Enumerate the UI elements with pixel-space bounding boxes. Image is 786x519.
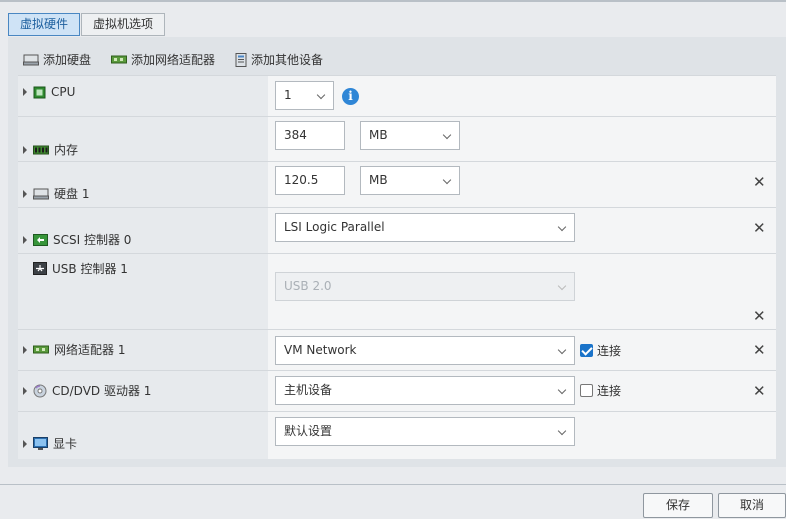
chevron-down-icon (557, 345, 567, 355)
toolbar: 添加硬盘 添加网络适配器 添加其他设备 (23, 51, 343, 68)
save-button[interactable]: 保存 (643, 493, 713, 518)
scsi-type-select[interactable]: LSI Logic Parallel (275, 213, 575, 242)
hard-disk-icon (23, 54, 39, 65)
row-cpu: CPU 1 i (18, 76, 776, 117)
cd-dvd-expander[interactable]: CD/DVD 驱动器 1 (23, 382, 151, 399)
remove-disk-icon[interactable]: ✕ (753, 175, 766, 190)
tab-vm-options[interactable]: 虚拟机选项 (81, 13, 166, 36)
add-disk-button[interactable]: 添加硬盘 (23, 51, 91, 68)
network-adapter-expander[interactable]: 网络适配器 1 (23, 341, 125, 358)
expand-arrow-icon[interactable] (23, 88, 27, 96)
dialog-footer: 保存 取消 (0, 484, 786, 519)
cd-dvd-icon (33, 384, 47, 397)
expand-arrow-icon[interactable] (23, 386, 27, 395)
nic-connect-label: 连接 (597, 344, 622, 358)
remove-usb-icon[interactable]: ✕ (753, 309, 766, 324)
memory-unit-value: MB (369, 128, 388, 142)
row-hard-disk: 硬盘 1 120.5 MB ✕ (18, 162, 776, 208)
usb-type-value: USB 2.0 (284, 279, 332, 293)
add-other-device-button[interactable]: 添加其他设备 (235, 51, 323, 68)
remove-nic-icon[interactable]: ✕ (753, 343, 766, 358)
network-select[interactable]: VM Network (275, 336, 575, 365)
chevron-down-icon (557, 426, 567, 436)
checkbox-unchecked-icon[interactable] (580, 384, 593, 397)
usb-type-select[interactable]: USB 2.0 (275, 272, 575, 301)
nic-connect-checkbox[interactable]: 连接 (580, 342, 621, 359)
network-adapter-label: 网络适配器 1 (54, 343, 126, 357)
add-disk-label: 添加硬盘 (43, 53, 92, 67)
cd-dvd-select[interactable]: 主机设备 (275, 376, 575, 405)
cpu-chip-icon (33, 86, 46, 98)
expand-arrow-icon[interactable] (23, 235, 27, 244)
memory-expander[interactable]: 内存 (23, 141, 78, 158)
info-icon[interactable]: i (342, 88, 359, 105)
row-scsi-controller: SCSI 控制器 0 LSI Logic Parallel ✕ (18, 208, 776, 254)
video-card-expander[interactable]: 显卡 (23, 435, 77, 452)
scsi-controller-icon (33, 233, 48, 246)
disk-size-input[interactable]: 120.5 (275, 166, 345, 195)
scsi-expander[interactable]: SCSI 控制器 0 (23, 231, 131, 248)
chevron-down-icon (442, 130, 452, 140)
scsi-type-value: LSI Logic Parallel (284, 220, 385, 234)
top-border (0, 0, 786, 2)
chevron-down-icon (316, 90, 326, 100)
disk-unit-select[interactable]: MB (360, 166, 460, 195)
chevron-down-icon (557, 222, 567, 232)
video-card-select[interactable]: 默认设置 (275, 417, 575, 446)
row-usb-controller: USB 控制器 1 USB 2.0 ✕ (18, 254, 776, 330)
tab-bar: 虚拟硬件 虚拟机选项 (8, 13, 166, 37)
add-network-adapter-label: 添加网络适配器 (131, 53, 216, 67)
hardware-list: CPU 1 i 内存 384 MB 硬盘 1 120.5 MB ✕ SCSI 控… (18, 75, 776, 459)
cd-dvd-label: CD/DVD 驱动器 1 (52, 384, 152, 398)
remove-cd-dvd-icon[interactable]: ✕ (753, 384, 766, 399)
row-cd-dvd: CD/DVD 驱动器 1 主机设备 连接 ✕ (18, 371, 776, 412)
scsi-label: SCSI 控制器 0 (53, 233, 132, 247)
usb-label: USB 控制器 1 (52, 262, 128, 276)
hard-disk-label: 硬盘 1 (54, 187, 90, 201)
row-network-adapter: 网络适配器 1 VM Network 连接 ✕ (18, 330, 776, 371)
cd-dvd-value: 主机设备 (284, 383, 333, 397)
cpu-count-select[interactable]: 1 (275, 81, 334, 110)
expand-arrow-icon[interactable] (23, 189, 27, 198)
usb-icon (33, 262, 47, 275)
memory-size-value: 384 (284, 128, 307, 142)
chevron-down-icon (557, 281, 567, 291)
video-card-label: 显卡 (53, 437, 78, 451)
chevron-down-icon (442, 175, 452, 185)
video-card-value: 默认设置 (284, 424, 333, 438)
monitor-icon (33, 436, 48, 450)
cd-connect-checkbox[interactable]: 连接 (580, 382, 621, 399)
expand-arrow-icon[interactable] (23, 145, 27, 154)
hard-disk-icon (33, 188, 49, 199)
memory-size-input[interactable]: 384 (275, 121, 345, 150)
network-card-icon (33, 345, 49, 353)
disk-unit-value: MB (369, 173, 388, 187)
cpu-expander[interactable]: CPU (23, 85, 75, 99)
row-video-card: 显卡 默认设置 (18, 412, 776, 459)
add-other-device-label: 添加其他设备 (251, 53, 324, 67)
row-memory: 内存 384 MB (18, 117, 776, 162)
cpu-label: CPU (51, 85, 76, 99)
usb-label-row: USB 控制器 1 (23, 260, 128, 277)
memory-module-icon (33, 145, 49, 154)
cd-connect-label: 连接 (597, 384, 622, 398)
hardware-panel: 添加硬盘 添加网络适配器 添加其他设备 CPU 1 i 内存 384 MB 硬盘… (8, 37, 786, 467)
remove-scsi-icon[interactable]: ✕ (753, 221, 766, 236)
other-device-icon (235, 52, 247, 67)
expand-arrow-icon[interactable] (23, 439, 27, 448)
disk-size-value: 120.5 (284, 173, 319, 187)
cpu-count-value: 1 (284, 88, 292, 102)
network-value: VM Network (284, 343, 357, 357)
hard-disk-expander[interactable]: 硬盘 1 (23, 185, 89, 202)
memory-unit-select[interactable]: MB (360, 121, 460, 150)
network-card-icon (111, 55, 128, 63)
chevron-down-icon (557, 385, 567, 395)
tab-virtual-hardware[interactable]: 虚拟硬件 (8, 13, 81, 36)
expand-arrow-icon[interactable] (23, 345, 27, 354)
memory-label: 内存 (54, 143, 79, 157)
add-network-adapter-button[interactable]: 添加网络适配器 (111, 51, 215, 68)
cancel-button[interactable]: 取消 (718, 493, 786, 518)
checkbox-checked-icon[interactable] (580, 344, 593, 357)
